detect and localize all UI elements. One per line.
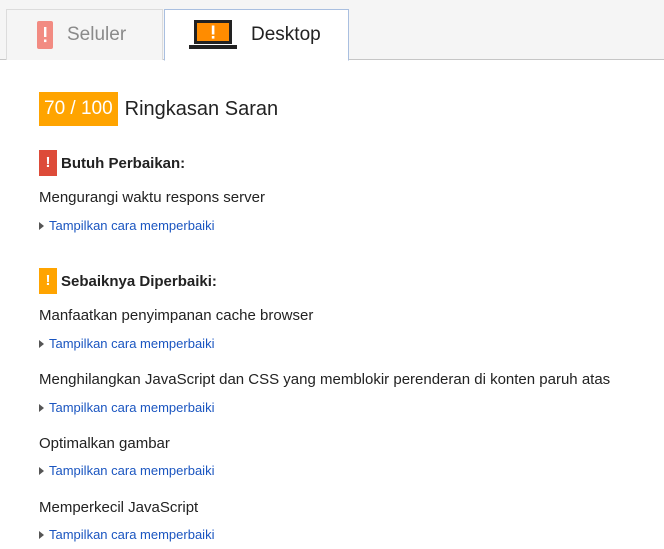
- group-header: ! Sebaiknya Diperbaiki:: [39, 268, 217, 294]
- link-label: Tampilkan cara memperbaiki: [49, 527, 215, 542]
- link-label: Tampilkan cara memperbaiki: [49, 336, 215, 351]
- warning-icon: !: [39, 150, 57, 176]
- caret-right-icon: [39, 467, 44, 475]
- group-title: Sebaiknya Diperbaiki:: [61, 272, 217, 290]
- summary-header: 70 / 100 Ringkasan Saran: [39, 92, 659, 126]
- caret-right-icon: [39, 340, 44, 348]
- tab-desktop-label: Desktop: [251, 24, 321, 45]
- rule-item: Menghilangkan JavaScript dan CSS yang me…: [39, 371, 610, 389]
- caret-right-icon: [39, 222, 44, 230]
- link-label: Tampilkan cara memperbaiki: [49, 400, 215, 415]
- group-header: ! Butuh Perbaikan:: [39, 150, 185, 176]
- caret-right-icon: [39, 531, 44, 539]
- tab-mobile[interactable]: Seluler: [6, 9, 163, 60]
- rule-title: Optimalkan gambar: [39, 435, 170, 452]
- results-panel: 70 / 100 Ringkasan Saran ! Butuh Perbaik…: [39, 92, 659, 542]
- rule-title: Mengurangi waktu respons server: [39, 189, 265, 206]
- show-how-to-fix-link[interactable]: Tampilkan cara memperbaiki: [39, 527, 214, 543]
- rule-item: Memperkecil JavaScript: [39, 499, 198, 517]
- tab-desktop[interactable]: Desktop: [164, 9, 349, 61]
- summary-title: Ringkasan Saran: [124, 97, 279, 120]
- show-how-to-fix-link[interactable]: Tampilkan cara memperbaiki: [39, 336, 214, 352]
- show-how-to-fix-link[interactable]: Tampilkan cara memperbaiki: [39, 218, 214, 234]
- rule-item: Mengurangi waktu respons server: [39, 189, 265, 207]
- link-label: Tampilkan cara memperbaiki: [49, 218, 215, 233]
- warning-icon: !: [39, 268, 57, 294]
- device-tab-bar: Seluler Desktop: [0, 0, 664, 61]
- tab-mobile-label: Seluler: [67, 24, 127, 45]
- score-badge: 70 / 100: [39, 92, 118, 126]
- phone-warning-icon: [37, 21, 53, 49]
- link-label: Tampilkan cara memperbaiki: [49, 463, 215, 478]
- show-how-to-fix-link[interactable]: Tampilkan cara memperbaiki: [39, 463, 214, 479]
- laptop-warning-icon: [189, 20, 237, 49]
- rule-item: Optimalkan gambar: [39, 435, 170, 453]
- rule-group-consider-fixing: ! Sebaiknya Diperbaiki:: [39, 268, 217, 294]
- rule-group-should-fix: ! Butuh Perbaikan:: [39, 150, 185, 176]
- caret-right-icon: [39, 404, 44, 412]
- rule-title: Memperkecil JavaScript: [39, 499, 199, 516]
- rule-item: Manfaatkan penyimpanan cache browser: [39, 307, 313, 325]
- group-title: Butuh Perbaikan:: [61, 154, 186, 172]
- show-how-to-fix-link[interactable]: Tampilkan cara memperbaiki: [39, 400, 214, 416]
- rule-title: Menghilangkan JavaScript dan CSS yang me…: [39, 371, 611, 388]
- rule-title: Manfaatkan penyimpanan cache browser: [39, 307, 314, 324]
